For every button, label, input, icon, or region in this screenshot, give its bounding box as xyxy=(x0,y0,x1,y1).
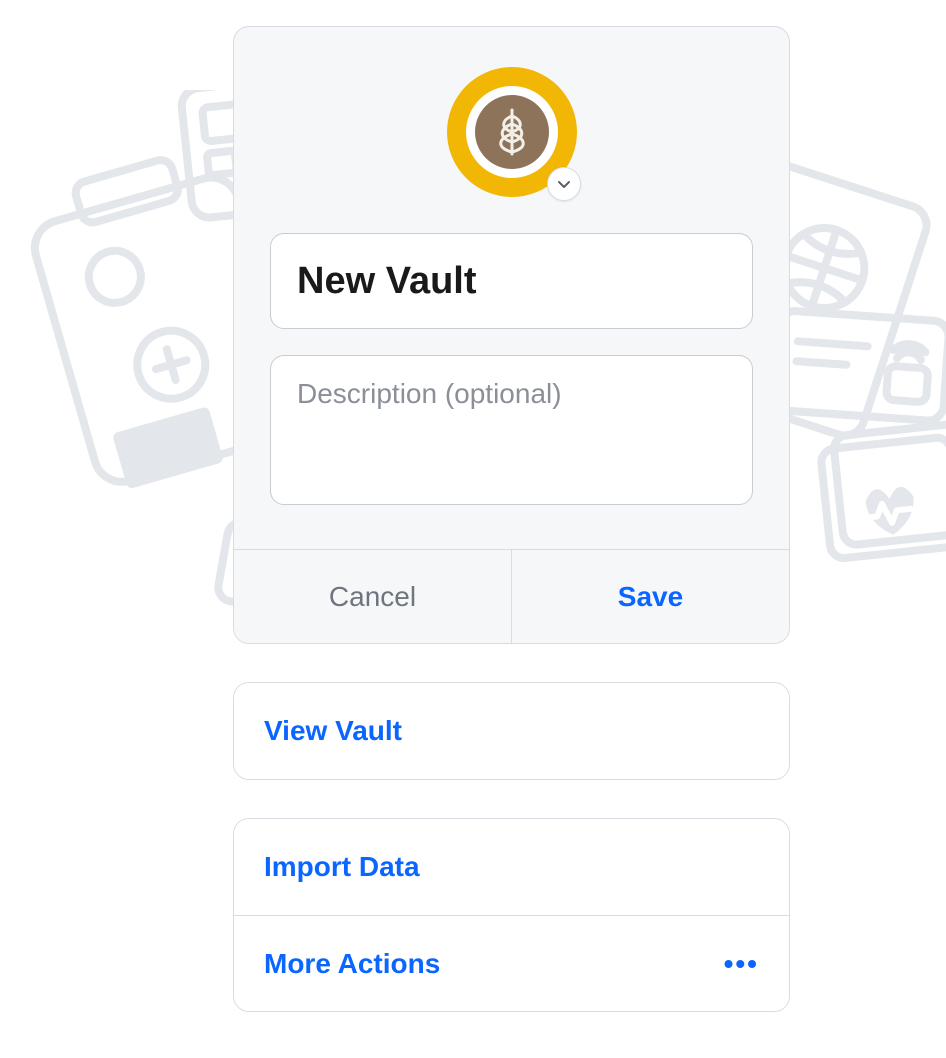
save-button[interactable]: Save xyxy=(512,550,789,643)
latte-art-icon xyxy=(475,95,549,169)
icon-picker-chevron[interactable] xyxy=(547,167,581,201)
view-vault-button[interactable]: View Vault xyxy=(234,683,789,779)
more-actions-label: More Actions xyxy=(264,948,440,980)
vault-icon-picker[interactable] xyxy=(447,67,577,197)
chevron-down-icon xyxy=(556,176,572,192)
more-actions-button[interactable]: More Actions ••• xyxy=(234,915,789,1011)
vault-name-input[interactable] xyxy=(270,233,753,329)
import-data-label: Import Data xyxy=(264,851,420,883)
more-actions-panel: Import Data More Actions ••• xyxy=(233,818,790,1012)
card-action-bar: Cancel Save xyxy=(234,549,789,643)
view-vault-panel: View Vault xyxy=(233,682,790,780)
cancel-button[interactable]: Cancel xyxy=(234,550,512,643)
view-vault-label: View Vault xyxy=(264,715,402,747)
new-vault-card: Cancel Save xyxy=(233,26,790,644)
import-data-button[interactable]: Import Data xyxy=(234,819,789,915)
more-actions-ellipsis-icon: ••• xyxy=(724,948,759,980)
vault-description-input[interactable] xyxy=(270,355,753,505)
